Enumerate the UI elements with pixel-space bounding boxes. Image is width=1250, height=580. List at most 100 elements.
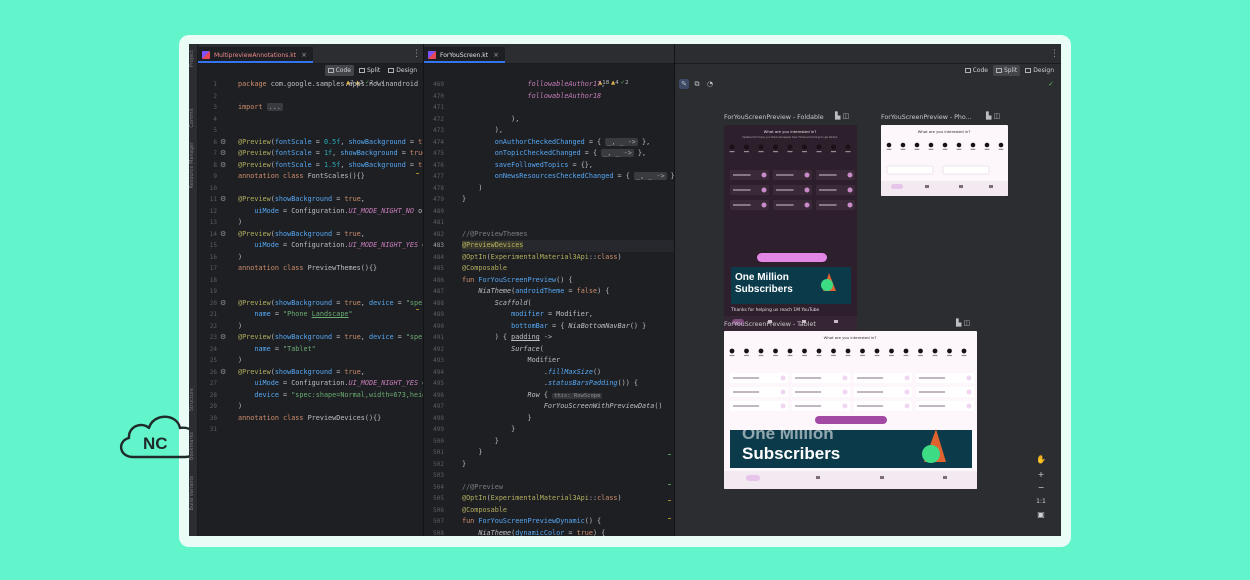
tool-window-strip: Project Commit Resource Manager Structur… bbox=[189, 44, 198, 536]
preview-device-icon[interactable]: ▙ ◫ bbox=[956, 319, 970, 327]
line-number: 501 bbox=[433, 449, 444, 456]
line-number: 24 bbox=[209, 345, 217, 353]
code-line: } bbox=[462, 413, 532, 422]
tool-build-variants-label[interactable]: Build Variants bbox=[189, 476, 198, 510]
line-number: 25 bbox=[209, 357, 217, 364]
code-line: ) bbox=[238, 321, 243, 330]
line-number-gutter: 1 2 3 4 5 6 ⚙ 7 ⚙ 8 ⚙ 9 10 11 ⚙ 12 13 14 ⚙ 15 16 17 18 19 20 ⚙ 21 2… bbox=[198, 77, 234, 536]
code-mode-label: Code bbox=[335, 67, 351, 74]
preview-gear-icon[interactable]: ⚙ bbox=[220, 160, 226, 172]
code-line: NiaTheme(androidTheme = false) { bbox=[478, 287, 610, 295]
phone-preview[interactable]: What are you interested in? bbox=[881, 125, 1008, 196]
more-tabs-icon[interactable]: ⋮ bbox=[412, 48, 421, 60]
tool-resource-manager-label[interactable]: Resource Manager bbox=[189, 142, 198, 188]
code-line: fun ForYouScreenPreviewDynamic() { bbox=[462, 517, 602, 525]
tool-structure-label[interactable]: Structure bbox=[189, 388, 198, 411]
code-line: NiaTheme(dynamicColor = true) { bbox=[478, 528, 606, 537]
tab-multipreview-annotations[interactable]: MultipreviewAnnotations.kt × bbox=[198, 47, 313, 63]
code-mode-button[interactable]: Code bbox=[962, 65, 991, 76]
preview-gear-icon[interactable]: ⚙ bbox=[220, 137, 226, 149]
preview-gear-icon[interactable]: ⚙ bbox=[220, 332, 226, 344]
code-line: uiMode = Configuration.UI_MODE_NIGHT_YES… bbox=[254, 379, 423, 387]
preview-device-icon[interactable]: ▙ ◫ bbox=[986, 112, 1000, 120]
close-icon[interactable]: × bbox=[301, 51, 307, 59]
preview-gear-icon[interactable]: ⚙ bbox=[220, 194, 226, 206]
zoom-reset-icon[interactable]: 1:1 bbox=[1034, 496, 1048, 508]
pointer-tool-icon[interactable]: ✎ bbox=[679, 79, 689, 89]
split-mode-button[interactable]: Split bbox=[356, 65, 383, 76]
foldable-preview[interactable]: What are you interested in? Updates from… bbox=[724, 125, 857, 294]
view-mode-switch: Code Split Design bbox=[960, 65, 1057, 77]
preview-gear-icon[interactable]: ⚙ bbox=[220, 367, 226, 379]
tool-project-label[interactable]: Project bbox=[189, 50, 198, 67]
line-number: 493 bbox=[433, 357, 444, 364]
code-line: onNewsResourcesCheckedChanged = { _, _ -… bbox=[494, 172, 674, 180]
close-icon[interactable]: × bbox=[493, 51, 499, 59]
code-line: } bbox=[462, 448, 483, 456]
zoom-in-icon[interactable]: + bbox=[1034, 469, 1048, 481]
line-number: 506 bbox=[433, 506, 444, 514]
line-number: 495 bbox=[433, 380, 444, 387]
preview-gear-icon[interactable]: ⚙ bbox=[220, 148, 226, 160]
line-number: 21 bbox=[209, 311, 217, 318]
line-number: 30 bbox=[209, 414, 217, 422]
tablet-preview[interactable]: What are you interested in? One Million … bbox=[724, 331, 977, 489]
line-number: 486 bbox=[433, 276, 444, 284]
line-number: 23 bbox=[209, 334, 217, 341]
line-number: 16 bbox=[209, 253, 217, 261]
design-mode-button[interactable]: Design bbox=[1022, 65, 1057, 76]
line-number: 500 bbox=[433, 437, 444, 445]
zoom-out-icon[interactable]: − bbox=[1034, 482, 1048, 494]
code-area[interactable]: followableAuthor17, followableAuthor18 )… bbox=[462, 77, 674, 536]
split-mode-button[interactable]: Split bbox=[992, 65, 1021, 76]
code-line: followableAuthor18 bbox=[527, 91, 602, 100]
code-line: uiMode = Configuration.UI_MODE_NIGHT_NO … bbox=[254, 206, 423, 215]
code-line: Scaffold( bbox=[494, 298, 532, 307]
preview-toolbar: ✎ ⧉ ◔ ✓ bbox=[675, 77, 1061, 91]
tool-commit-label[interactable]: Commit bbox=[189, 108, 198, 128]
line-number: 490 bbox=[433, 322, 444, 330]
code-line: ) { padding -> bbox=[462, 333, 553, 341]
line-number: 471 bbox=[433, 104, 444, 111]
foldable-preview-footer: Thanks for helping us reach 1M YouTube bbox=[724, 294, 857, 334]
design-preview-pane: ⋮ Code Split Design ✎ ⧉ ◔ ✓ ForYouScreenPr… bbox=[674, 44, 1061, 536]
code-line: @Composable bbox=[462, 505, 508, 514]
code-line: } bbox=[462, 425, 516, 433]
code-area[interactable]: package com.google.samples.apps.nowinand… bbox=[238, 77, 423, 536]
code-line: ) bbox=[238, 252, 243, 261]
refresh-icon[interactable]: ◔ bbox=[705, 79, 715, 89]
code-line: @Preview(fontScale = 1f, showBackground … bbox=[238, 149, 423, 157]
code-line: bottomBar = { NiaBottomNavBar() } bbox=[511, 321, 647, 330]
code-mode-button[interactable]: Code bbox=[324, 65, 354, 76]
line-number: 494 bbox=[433, 368, 444, 376]
code-line: @Preview(fontScale = 0.5f, showBackgroun… bbox=[238, 137, 423, 146]
tab-foryouscreen[interactable]: ForYouScreen.kt × bbox=[424, 47, 505, 63]
preview-gear-icon[interactable]: ⚙ bbox=[220, 298, 226, 310]
preview-device-icon[interactable]: ▙ ◫ bbox=[835, 112, 849, 120]
interactive-mode-icon[interactable]: ⧉ bbox=[692, 79, 702, 89]
line-number: 503 bbox=[433, 472, 444, 479]
code-line: name = "Tablet" bbox=[254, 344, 316, 353]
status-ok-icon: ✓ bbox=[1048, 80, 1054, 88]
pan-icon[interactable]: ✋ bbox=[1034, 454, 1048, 466]
line-number: 504 bbox=[433, 483, 444, 491]
preview-gear-icon[interactable]: ⚙ bbox=[220, 229, 226, 241]
design-mode-button[interactable]: Design bbox=[385, 65, 420, 76]
code-mode-label: Code bbox=[972, 67, 988, 74]
design-mode-label: Design bbox=[1033, 67, 1054, 74]
svg-text:One Million: One Million bbox=[735, 272, 789, 283]
line-number: 20 bbox=[209, 299, 217, 307]
code-line: @Preview(showBackground = true, device =… bbox=[238, 333, 423, 341]
more-options-icon[interactable]: ⋮ bbox=[1050, 48, 1059, 60]
line-number: 482 bbox=[433, 230, 444, 238]
preview-heading: What are you interested in? bbox=[918, 129, 971, 134]
line-number: 478 bbox=[433, 184, 444, 192]
line-number: 507 bbox=[433, 518, 444, 525]
line-number: 27 bbox=[209, 380, 217, 387]
preview-subheading: Updates from topics you follow will appe… bbox=[742, 136, 838, 139]
zoom-fit-icon[interactable]: ▣ bbox=[1034, 509, 1048, 521]
tool-bookmarks-label[interactable]: Bookmarks bbox=[189, 432, 198, 460]
code-line: modifier = Modifier, bbox=[511, 310, 593, 318]
line-number: 15 bbox=[209, 242, 217, 249]
line-number: 488 bbox=[433, 299, 444, 307]
